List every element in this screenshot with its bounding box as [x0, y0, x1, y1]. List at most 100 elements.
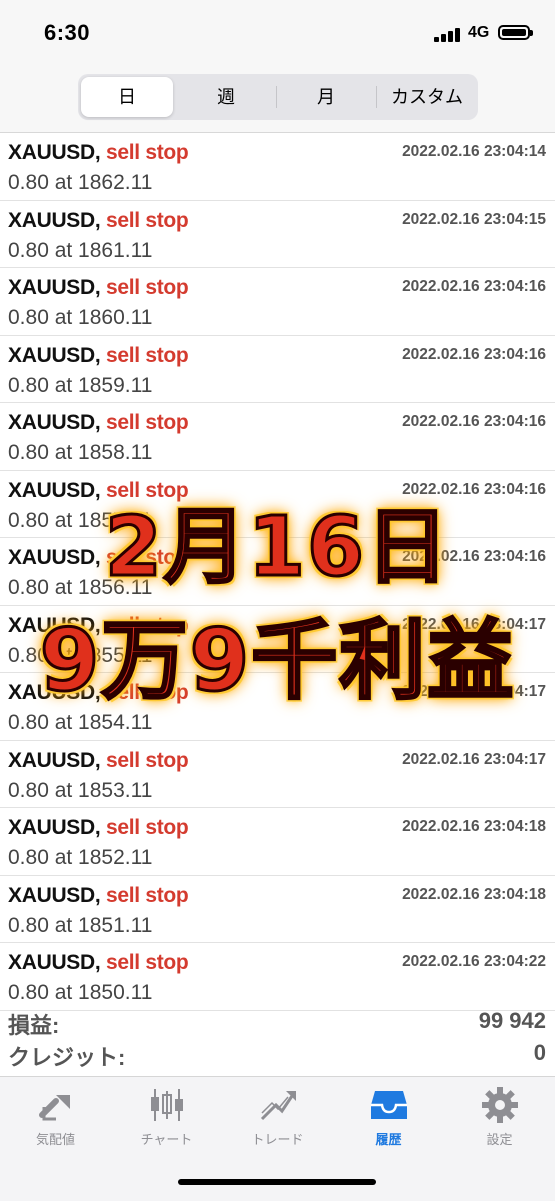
profit-row: 損益: 99 942 — [8, 1008, 546, 1042]
order-time: 2022.02.16 23:04:16 — [402, 345, 546, 363]
order-symbol: XAUUSD, — [8, 951, 101, 974]
order-type: sell stop — [105, 681, 189, 704]
order-time: 2022.02.16 23:04:16 — [402, 413, 546, 430]
order-time: 2022.02.16 23:04:18 — [402, 818, 546, 835]
battery-icon — [498, 25, 533, 40]
order-time: 2022.02.16 23:04:17 — [402, 750, 546, 768]
period-filter-bar: 日 週 月 カスタム — [0, 70, 555, 133]
tab-history-label: 履歴 — [375, 1132, 402, 1147]
order-type: sell stop — [105, 141, 189, 164]
order-type: sell stop — [105, 276, 189, 299]
order-volume-price: 0.80 at 1856.11 — [8, 576, 153, 599]
order-time: 2022.02.16 23:04:22 — [402, 953, 546, 970]
order-type: sell stop — [105, 951, 189, 974]
segment-custom[interactable]: カスタム — [378, 77, 476, 117]
tab-settings[interactable]: 設定 — [444, 1085, 555, 1155]
order-type: sell stop — [105, 816, 189, 839]
order-row[interactable]: XAUUSD, sell stop 2022.02.16 23:04:16 0.… — [0, 336, 555, 403]
order-type: sell stop — [105, 883, 189, 907]
order-volume-price: 0.80 at 1853.11 — [8, 778, 153, 802]
order-symbol: XAUUSD, — [8, 208, 101, 232]
order-time: 2022.02.16 23:04:14 — [402, 143, 546, 160]
order-row[interactable]: XAUUSD, sell stop 2022.02.16 23:04:15 0.… — [0, 201, 555, 268]
profit-label: 損益: — [8, 1013, 60, 1038]
tab-chart-label: チャート — [140, 1132, 193, 1147]
segment-divider — [276, 86, 277, 108]
order-volume-price: 0.80 at 1851.11 — [8, 913, 153, 937]
order-row[interactable]: XAUUSD, sell stop 2022.02.16 23:04:16 0.… — [0, 471, 555, 538]
order-volume-price: 0.80 at 1857.11 — [8, 508, 153, 532]
order-volume-price: 0.80 at 1854.11 — [8, 711, 153, 734]
order-type: sell stop — [105, 208, 189, 232]
period-segmented-control: 日 週 月 カスタム — [78, 74, 478, 120]
order-time: 2022.02.16 23:04:17 — [402, 683, 546, 700]
segment-day[interactable]: 日 — [81, 77, 173, 117]
order-symbol: XAUUSD, — [8, 276, 101, 299]
order-symbol: XAUUSD, — [8, 816, 101, 839]
tab-quotes[interactable]: 気配値 — [0, 1085, 111, 1155]
order-row[interactable]: XAUUSD, sell stop 2022.02.16 23:04:18 0.… — [0, 808, 555, 876]
tab-quotes-label: 気配値 — [35, 1132, 75, 1147]
tab-trade[interactable]: トレード — [222, 1085, 333, 1155]
order-symbol: XAUUSD, — [8, 613, 101, 637]
quotes-icon — [36, 1085, 76, 1125]
order-time: 2022.02.16 23:04:15 — [402, 210, 546, 228]
order-symbol: XAUUSD, — [8, 411, 101, 434]
profit-value: 99 942 — [478, 1008, 546, 1033]
order-time: 2022.02.16 23:04:16 — [402, 278, 546, 295]
credit-label: クレジット: — [8, 1045, 126, 1070]
status-bar: 6:30 4G — [0, 0, 555, 70]
tab-settings-label: 設定 — [486, 1132, 513, 1147]
order-row[interactable]: XAUUSD, sell stop 2022.02.16 23:04:14 0.… — [0, 133, 555, 201]
network-type: 4G — [468, 24, 490, 41]
order-symbol: XAUUSD, — [8, 343, 101, 367]
order-time: 2022.02.16 23:04:17 — [402, 615, 546, 633]
order-time: 2022.02.16 23:04:16 — [402, 548, 546, 565]
order-symbol: XAUUSD, — [8, 748, 101, 772]
tab-history[interactable]: 履歴 — [333, 1085, 444, 1155]
order-volume-price: 0.80 at 1862.11 — [8, 171, 153, 194]
order-row[interactable]: XAUUSD, sell stop 2022.02.16 23:04:18 0.… — [0, 876, 555, 943]
order-history-list: XAUUSD, sell stop 2022.02.16 23:04:14 0.… — [0, 133, 555, 1011]
order-type: sell stop — [105, 546, 189, 569]
order-volume-price: 0.80 at 1859.11 — [8, 373, 153, 397]
order-type: sell stop — [105, 343, 189, 367]
status-time: 6:30 — [44, 20, 91, 45]
order-symbol: XAUUSD, — [8, 478, 101, 502]
order-volume-price: 0.80 at 1855.11 — [8, 643, 153, 667]
settings-icon — [480, 1085, 520, 1125]
tab-chart[interactable]: チャート — [111, 1085, 222, 1155]
segment-month[interactable]: 月 — [278, 77, 374, 117]
order-symbol: XAUUSD, — [8, 546, 101, 569]
order-volume-price: 0.80 at 1858.11 — [8, 441, 153, 464]
history-summary: 損益: 99 942 クレジット: 0 — [0, 1000, 555, 1076]
credit-row: クレジット: 0 — [8, 1040, 546, 1074]
order-row[interactable]: XAUUSD, sell stop 2022.02.16 23:04:17 0.… — [0, 673, 555, 741]
segment-divider — [376, 86, 377, 108]
segment-week[interactable]: 週 — [178, 77, 274, 117]
chart-icon — [147, 1085, 187, 1125]
order-type: sell stop — [105, 613, 189, 637]
order-symbol: XAUUSD, — [8, 141, 101, 164]
order-type: sell stop — [105, 478, 189, 502]
order-time: 2022.02.16 23:04:18 — [402, 885, 546, 903]
order-volume-price: 0.80 at 1861.11 — [8, 238, 153, 262]
trade-icon — [258, 1085, 298, 1125]
order-row[interactable]: XAUUSD, sell stop 2022.02.16 23:04:17 0.… — [0, 606, 555, 673]
order-time: 2022.02.16 23:04:16 — [402, 480, 546, 498]
home-indicator[interactable] — [178, 1179, 376, 1185]
order-row[interactable]: XAUUSD, sell stop 2022.02.16 23:04:16 0.… — [0, 268, 555, 336]
order-symbol: XAUUSD, — [8, 883, 101, 907]
order-row[interactable]: XAUUSD, sell stop 2022.02.16 23:04:17 0.… — [0, 741, 555, 808]
order-type: sell stop — [105, 748, 189, 772]
order-row[interactable]: XAUUSD, sell stop 2022.02.16 23:04:16 0.… — [0, 403, 555, 471]
credit-value: 0 — [533, 1040, 546, 1065]
cellular-signal-icon — [434, 28, 464, 42]
order-volume-price: 0.80 at 1852.11 — [8, 846, 153, 869]
history-icon — [369, 1085, 409, 1125]
order-row[interactable]: XAUUSD, sell stop 2022.02.16 23:04:16 0.… — [0, 538, 555, 606]
order-type: sell stop — [105, 411, 189, 434]
order-symbol: XAUUSD, — [8, 681, 101, 704]
order-volume-price: 0.80 at 1860.11 — [8, 306, 153, 329]
tab-trade-label: トレード — [251, 1132, 304, 1147]
